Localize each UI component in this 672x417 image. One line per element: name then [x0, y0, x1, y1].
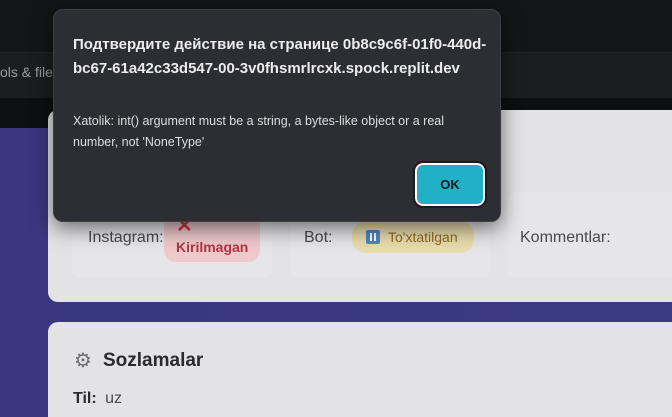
- language-key: Til:: [73, 390, 97, 407]
- comments-label: Kommentlar:: [520, 229, 611, 246]
- language-value: uz: [105, 390, 123, 407]
- instagram-label: Instagram:: [88, 229, 164, 246]
- settings-title: Sozlamalar: [103, 350, 204, 371]
- tools-files-tab[interactable]: ols & files: [0, 64, 60, 80]
- bot-status-text: To'xtatilgan: [388, 229, 458, 245]
- ok-button[interactable]: OK: [413, 161, 487, 208]
- bot-label: Bot:: [304, 229, 333, 246]
- confirm-dialog: Подтвердите действие на странице 0b8c9c6…: [53, 9, 501, 222]
- instagram-status-text: Kirilmagan: [176, 239, 249, 255]
- bot-status-badge: To'xtatilgan: [352, 221, 474, 253]
- dialog-message: Xatolik: int() argument must be a string…: [73, 114, 444, 149]
- gear-icon: ⚙: [74, 350, 92, 372]
- language-row: Til: uz: [73, 390, 122, 408]
- dialog-title: Подтвердите действие на странице 0b8c9c6…: [73, 36, 487, 77]
- pause-icon: [366, 230, 380, 244]
